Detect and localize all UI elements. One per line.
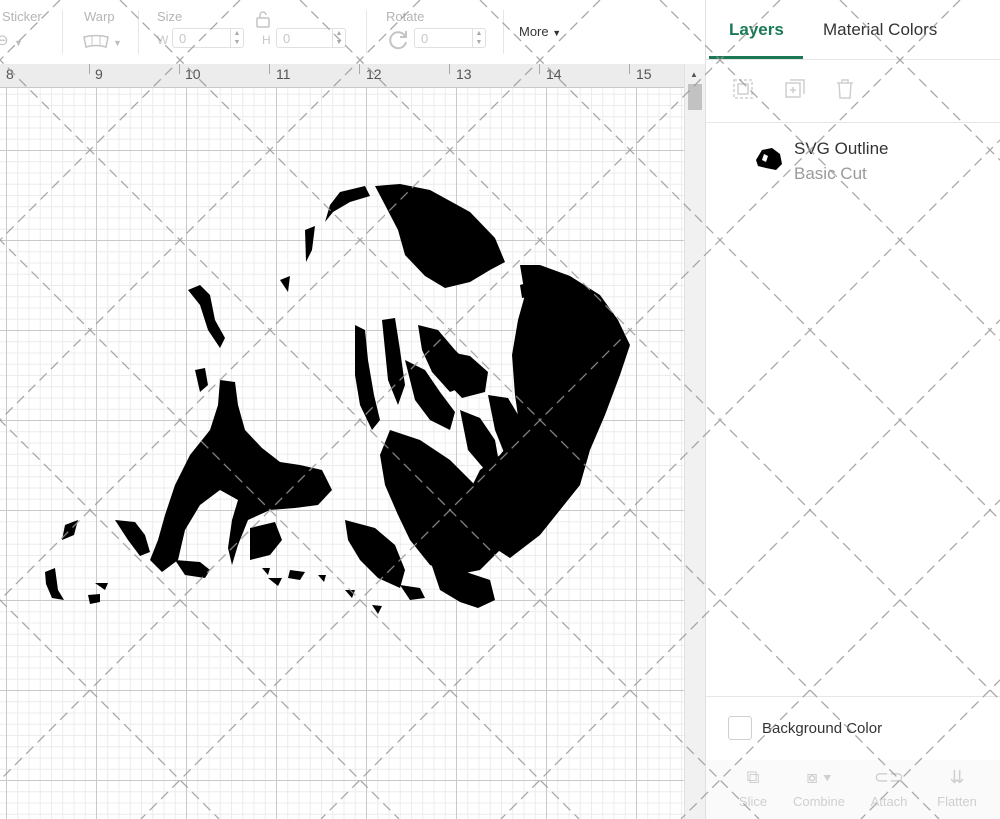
layer-type: Basic Cut (794, 164, 867, 183)
layer-name: SVG Outline (794, 139, 889, 158)
more-button[interactable]: More ▼ (519, 24, 561, 39)
group-icon[interactable] (732, 78, 754, 100)
toolbar-divider (62, 10, 63, 54)
rotate-icon[interactable] (386, 28, 410, 52)
trash-icon[interactable] (834, 78, 856, 100)
warp-label: Warp (84, 9, 115, 24)
toolbar-divider (706, 122, 1000, 123)
lock-icon[interactable] (255, 10, 271, 28)
sticker-icon[interactable]: ⊖ (0, 31, 9, 49)
warp-icon[interactable] (82, 34, 110, 50)
scroll-thumb[interactable] (688, 84, 702, 110)
combine-icon: ⧇ ▾ (806, 767, 832, 787)
size-label: Size (157, 9, 183, 24)
more-label: More (519, 24, 549, 39)
width-value: 0 (179, 31, 187, 46)
panel-divider (706, 696, 1000, 697)
ruler-tick (89, 64, 90, 74)
scroll-up-arrow-icon[interactable]: ▲ (690, 70, 698, 79)
chevron-down-icon[interactable]: ▼ (14, 38, 23, 48)
height-field[interactable]: 0 ▲ ▼ (276, 28, 346, 48)
toolbar-divider (138, 10, 139, 54)
ruler-number: 11 (276, 66, 291, 82)
height-value: 0 (283, 31, 291, 46)
ruler-tick (449, 64, 450, 74)
ruler-tick (539, 64, 540, 74)
ruler-tick (359, 64, 360, 74)
attach-icon: ⊂⊃ (873, 767, 905, 787)
height-stepper[interactable]: ▲ ▼ (332, 29, 345, 47)
ruler-number: 15 (636, 66, 652, 82)
rotate-label: Rotate (386, 9, 425, 24)
rotate-stepper[interactable]: ▲ ▼ (472, 29, 485, 47)
tab-layers[interactable]: Layers (729, 20, 784, 40)
width-letter: W (157, 33, 169, 47)
toolbar-divider (503, 10, 504, 54)
tab-material-colors[interactable]: Material Colors (823, 20, 937, 40)
svg-outline-artwork[interactable] (0, 88, 684, 731)
layers-panel: Layers Material Colors SVG Outline Basic… (705, 0, 1000, 819)
layer-thumbnail (756, 148, 782, 170)
horizontal-ruler: 8 9 10 11 12 13 14 15 (0, 64, 684, 88)
ruler-number: 14 (546, 66, 562, 82)
rotate-field[interactable]: 0 ▲ ▼ (414, 28, 486, 48)
height-letter: H (262, 33, 271, 47)
vertical-scrollbar[interactable]: ▲ (684, 64, 705, 819)
combine-label: Combine (792, 794, 846, 809)
bottom-toolbar: ⧉ Slice ⧇ ▾ Combine ⊂⊃ Attach ⇊ Flatten (706, 760, 1000, 819)
top-toolbar: Sticker ⊖ ▼ Warp ▼ Size W 0 ▲ ▼ H 0 ▲ ▼ Ro… (0, 0, 705, 65)
slice-icon: ⧉ (746, 767, 760, 787)
sticker-label: Sticker (2, 9, 42, 24)
ruler-number: 12 (366, 66, 382, 82)
width-field[interactable]: 0 ▲ ▼ (172, 28, 244, 48)
ruler-number: 8 (6, 66, 14, 82)
ruler-tick (629, 64, 630, 74)
toolbar-divider (366, 10, 367, 54)
rotate-value: 0 (421, 31, 429, 46)
attach-button[interactable]: ⊂⊃ Attach (860, 760, 918, 809)
duplicate-icon[interactable] (784, 78, 806, 100)
background-color-swatch[interactable] (728, 716, 752, 740)
attach-label: Attach (870, 794, 908, 809)
slice-button[interactable]: ⧉ Slice (724, 760, 782, 809)
slice-label: Slice (738, 794, 768, 809)
layer-row[interactable]: SVG Outline Basic Cut (706, 124, 1000, 194)
ruler-number: 9 (95, 66, 103, 82)
combine-button[interactable]: ⧇ ▾ Combine (790, 760, 848, 809)
ruler-number: 10 (185, 66, 201, 82)
background-color-label: Background Color (762, 720, 883, 737)
design-canvas[interactable] (0, 88, 684, 819)
tab-divider (706, 59, 1000, 60)
ruler-tick (179, 64, 180, 74)
flatten-button[interactable]: ⇊ Flatten (928, 760, 986, 809)
ruler-tick (269, 64, 270, 74)
ruler-number: 13 (456, 66, 472, 82)
width-stepper[interactable]: ▲ ▼ (230, 29, 243, 47)
flatten-label: Flatten (937, 794, 977, 809)
flatten-icon: ⇊ (949, 767, 965, 787)
caret-down-icon: ▼ (552, 28, 562, 38)
chevron-down-icon[interactable]: ▼ (113, 38, 122, 48)
